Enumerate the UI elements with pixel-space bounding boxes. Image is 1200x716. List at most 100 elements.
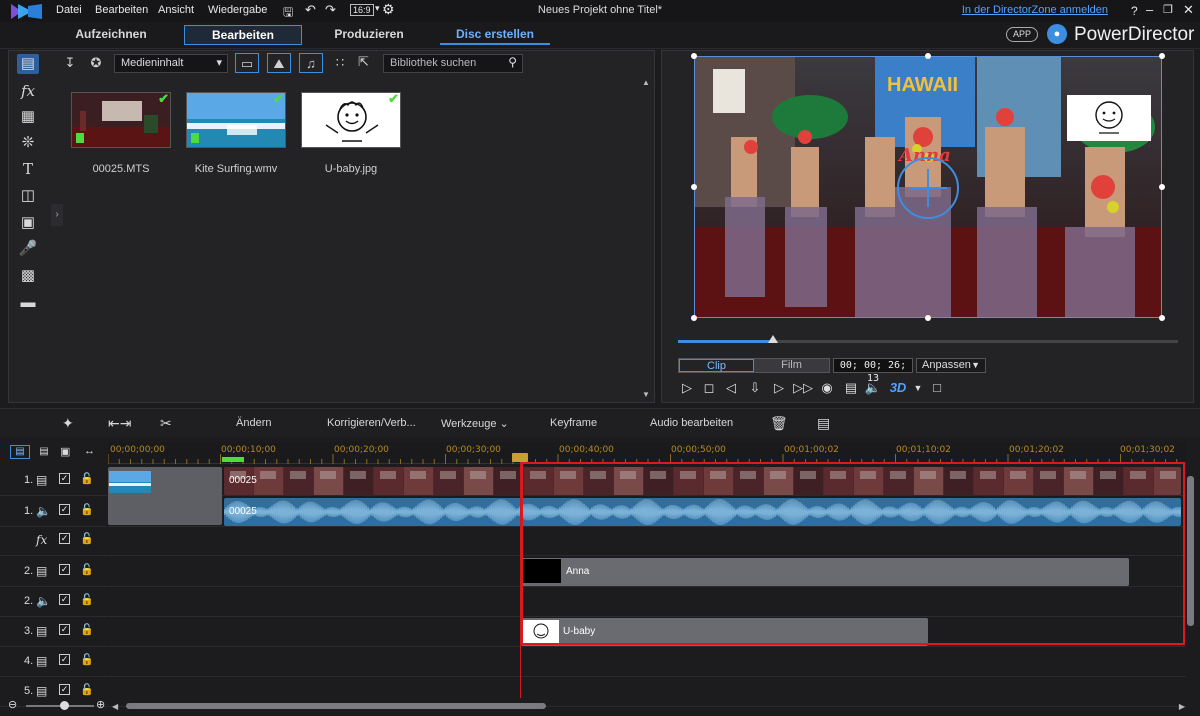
aspect-ratio-button[interactable]: 16:9 bbox=[350, 4, 374, 16]
library-search-input[interactable]: Bibliothek suchen ⚲ bbox=[383, 54, 523, 73]
scroll-left-icon[interactable]: ◀ bbox=[112, 702, 118, 711]
seekbar-knob[interactable] bbox=[768, 335, 778, 343]
menu-view[interactable]: Ansicht bbox=[158, 4, 194, 16]
tab-capture[interactable]: Aufzeichnen bbox=[70, 25, 152, 45]
media-room-icon[interactable]: ▤ bbox=[17, 54, 39, 74]
split-icon[interactable]: ⇩ bbox=[746, 380, 764, 396]
app-badge[interactable]: APP bbox=[1006, 27, 1038, 42]
title-room-icon[interactable]: T bbox=[17, 159, 39, 179]
microphone-icon[interactable]: 🎤 bbox=[17, 239, 39, 259]
resize-handle[interactable] bbox=[1159, 53, 1165, 59]
fx-icon[interactable]: fx bbox=[17, 81, 39, 101]
resize-handle[interactable] bbox=[1159, 315, 1165, 321]
zoom-slider[interactable]: ⊖ ⊕ bbox=[8, 698, 108, 712]
film-mode-button[interactable]: Film bbox=[754, 359, 829, 372]
preview-seekbar[interactable] bbox=[678, 335, 1178, 343]
title-clip-anna[interactable]: Anna bbox=[521, 558, 1129, 586]
scroll-up-icon[interactable]: ▲ bbox=[642, 78, 650, 87]
scroll-down-icon[interactable]: ▼ bbox=[642, 390, 650, 399]
undo-icon[interactable]: ↶ bbox=[305, 2, 316, 18]
timecode-display[interactable]: 00; 00; 26; 13 bbox=[833, 358, 913, 384]
library-scrollbar[interactable]: ▲ ▼ bbox=[642, 78, 650, 399]
pip-objects-icon[interactable]: ▦ bbox=[17, 107, 39, 127]
tab-edit[interactable]: Bearbeiten bbox=[184, 25, 302, 45]
tools-button[interactable]: Werkzeuge ⌄ bbox=[441, 417, 509, 430]
timeline-ruler[interactable]: 00;00;00;00 00;00;10;00 00;00;20;00 00;0… bbox=[108, 442, 1186, 464]
lock-icon[interactable]: 🔓 bbox=[80, 532, 94, 545]
timeline-view-icon[interactable]: ▤ bbox=[10, 445, 30, 459]
import-icon[interactable]: ↧ bbox=[60, 53, 80, 73]
media-thumb-00025[interactable]: ✔ bbox=[71, 92, 171, 148]
detach-icon[interactable]: ⇱ bbox=[358, 54, 369, 70]
scroll-thumb[interactable] bbox=[126, 703, 546, 709]
close-icon[interactable]: ✕ bbox=[1183, 2, 1194, 18]
track-row-video-4[interactable] bbox=[108, 647, 1186, 677]
audio-clip-00025[interactable]: 00025 bbox=[224, 498, 1181, 526]
gear-icon[interactable]: ⚙ bbox=[382, 1, 395, 18]
resize-handle[interactable] bbox=[691, 184, 697, 190]
lock-icon[interactable]: 🔓 bbox=[80, 563, 94, 576]
zoom-out-icon[interactable]: ⊖ bbox=[8, 698, 17, 711]
lock-icon[interactable]: 🔓 bbox=[80, 623, 94, 636]
snapshot-icon[interactable]: ◉ bbox=[818, 380, 836, 396]
track-row-video-3[interactable]: U-baby bbox=[108, 617, 1186, 647]
previous-frame-icon[interactable]: ◁ bbox=[722, 380, 740, 396]
scroll-right-icon[interactable]: ▶ bbox=[1179, 702, 1185, 711]
storyboard-view-icon[interactable]: ▤ bbox=[35, 445, 53, 459]
minimize-icon[interactable]: – bbox=[1146, 2, 1153, 17]
expand-sidebar-button[interactable]: › bbox=[51, 204, 63, 226]
fix-enhance-button[interactable]: Korrigieren/Verb... bbox=[327, 417, 416, 429]
chevron-down-icon[interactable]: ▾ bbox=[375, 3, 380, 14]
fit-select[interactable]: Anpassen ▼ bbox=[916, 358, 986, 373]
resize-handle[interactable] bbox=[1159, 184, 1165, 190]
lock-icon[interactable]: 🔓 bbox=[80, 472, 94, 485]
track-enable-checkbox[interactable]: ✓ bbox=[59, 564, 70, 575]
menu-edit[interactable]: Bearbeiten bbox=[95, 4, 148, 16]
magic-tool-icon[interactable]: ✦ bbox=[62, 415, 74, 432]
next-frame-icon[interactable]: ▷ bbox=[770, 380, 788, 396]
stop-icon[interactable]: ◻ bbox=[700, 380, 718, 396]
resize-handle[interactable] bbox=[925, 53, 931, 59]
playhead-handle[interactable] bbox=[512, 453, 528, 462]
scroll-thumb[interactable] bbox=[1187, 476, 1194, 626]
media-content-select[interactable]: Medieninhalt ▾ bbox=[114, 54, 228, 73]
lock-icon[interactable]: 🔓 bbox=[80, 683, 94, 696]
track-enable-checkbox[interactable]: ✓ bbox=[59, 624, 70, 635]
directorzone-login-link[interactable]: In der DirectorZone anmelden bbox=[962, 4, 1108, 16]
track-row-audio-1[interactable]: 00025 bbox=[108, 497, 1186, 527]
menu-file[interactable]: Datei bbox=[56, 4, 82, 16]
media-thumb-u-baby[interactable]: ✔ bbox=[301, 92, 401, 148]
track-row-video-2[interactable]: Anna bbox=[108, 557, 1186, 587]
volume-icon[interactable]: 🔈 bbox=[864, 380, 882, 396]
tab-disc[interactable]: Disc erstellen bbox=[440, 25, 550, 45]
timeline-horizontal-scrollbar[interactable]: ◀ ▶ bbox=[112, 702, 1185, 711]
track-enable-checkbox[interactable]: ✓ bbox=[59, 533, 70, 544]
redo-icon[interactable]: ↷ bbox=[325, 2, 336, 18]
media-thumb-kite-surfing[interactable]: ✔ bbox=[186, 92, 286, 148]
subtitle-icon[interactable]: ▬ bbox=[17, 293, 39, 313]
resize-handle[interactable] bbox=[691, 315, 697, 321]
undock-icon[interactable]: □ bbox=[928, 380, 946, 396]
clip-mode-button[interactable]: Clip bbox=[679, 359, 754, 372]
particle-icon[interactable]: ❊ bbox=[17, 133, 39, 153]
export-list-icon[interactable]: ▤ bbox=[817, 415, 830, 432]
help-button[interactable]: ? bbox=[1131, 4, 1138, 18]
bell-icon[interactable]: ● bbox=[1047, 24, 1067, 44]
image-filter-icon[interactable]: ⛰ bbox=[267, 53, 291, 73]
timeline-vertical-scrollbar[interactable] bbox=[1187, 464, 1195, 696]
search-icon[interactable]: ⚲ bbox=[508, 54, 517, 71]
play-icon[interactable]: ▷ bbox=[678, 380, 696, 396]
grid-view-icon[interactable]: ∷ bbox=[331, 53, 349, 73]
powerdirector-logo-icon[interactable] bbox=[8, 2, 44, 21]
keyframe-button[interactable]: Keyframe bbox=[550, 417, 597, 429]
scissors-icon[interactable]: ✂ bbox=[160, 415, 172, 432]
track-row-audio-2[interactable] bbox=[108, 587, 1186, 617]
track-manager-icon[interactable]: ▣ bbox=[60, 445, 70, 458]
track-enable-checkbox[interactable]: ✓ bbox=[59, 504, 70, 515]
save-icon[interactable]: 🖫 bbox=[283, 3, 293, 24]
track-enable-checkbox[interactable]: ✓ bbox=[59, 473, 70, 484]
zoom-knob[interactable] bbox=[60, 701, 69, 710]
track-row-fx[interactable] bbox=[108, 526, 1186, 556]
lock-icon[interactable]: 🔓 bbox=[80, 593, 94, 606]
subtitle-preview-icon[interactable]: ▤ bbox=[842, 380, 860, 396]
